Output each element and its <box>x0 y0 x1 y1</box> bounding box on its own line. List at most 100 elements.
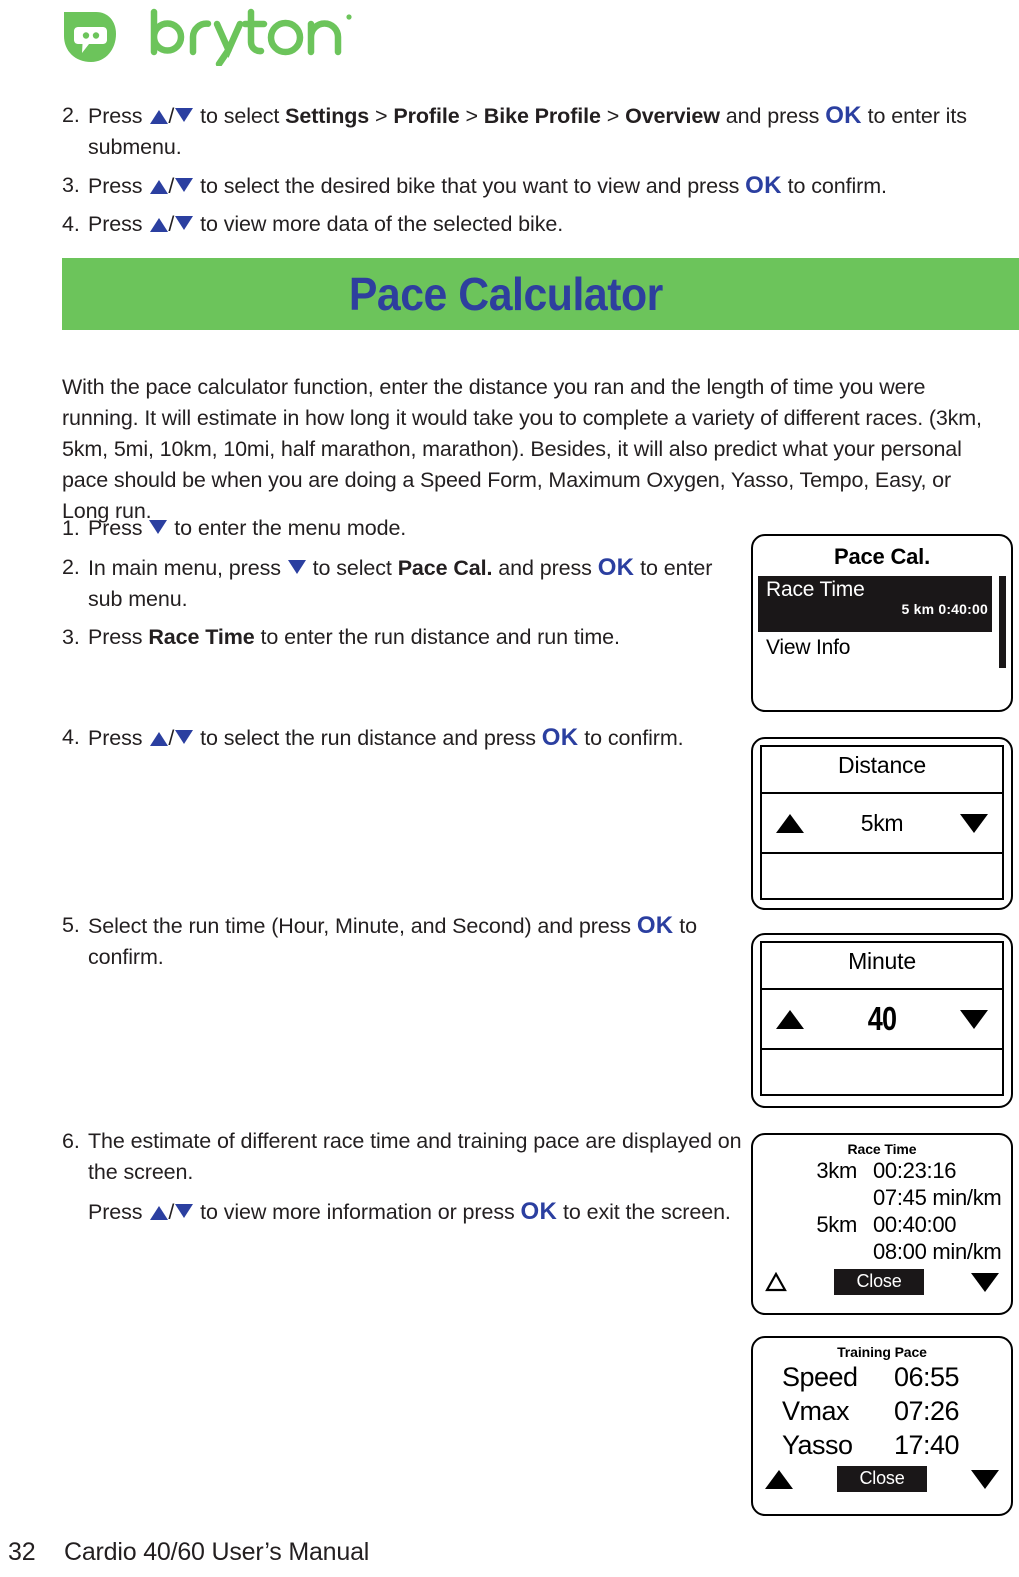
distance-label: 3km <box>816 1158 857 1183</box>
emphasis-text: Profile <box>393 104 460 128</box>
device-screen-distance: Distance 5km <box>751 737 1013 910</box>
triangle-up-icon[interactable] <box>776 1009 804 1029</box>
section-banner: Pace Calculator <box>62 258 1019 330</box>
emphasis-text: Overview <box>625 104 720 128</box>
step-text: The estimate of different race time and … <box>88 1129 742 1184</box>
menu-item-value: 5 km 0:40:00 <box>901 601 988 617</box>
pace-value: 06:55 <box>894 1362 960 1392</box>
step-text: Press / to view more data of the selecte… <box>88 212 564 236</box>
menu-item-view-info[interactable]: View Info <box>758 632 1006 660</box>
result-row: Yasso 17:40 <box>753 1428 1011 1462</box>
stepper-row: 5km <box>762 794 1002 854</box>
step-item: 4. Press / to view more data of the sele… <box>62 209 1012 240</box>
manual-title: Cardio 40/60 User’s Manual <box>64 1538 370 1566</box>
triangle-up-icon <box>150 1206 169 1220</box>
pace-value: 07:45 min/km <box>873 1185 1002 1210</box>
step-text: Press to enter the menu mode. <box>88 516 407 540</box>
menu-list: Race Time 5 km 0:40:00 View Info <box>758 576 1006 668</box>
ok-button-reference: OK <box>745 172 782 199</box>
step-number: 4. <box>62 212 80 236</box>
brand-logo <box>62 8 362 68</box>
ok-button-reference: OK <box>636 912 674 939</box>
device-screen-race-time: Race Time 3km 00:23:16 07:45 min/km 5km … <box>751 1133 1013 1315</box>
steps-top-list: 2. Press / to select Settings > Profile … <box>62 100 1012 247</box>
ok-button-reference: OK <box>825 102 862 129</box>
stepper-box: Distance 5km <box>760 745 1004 900</box>
pace-value: 07:26 <box>894 1396 960 1426</box>
triangle-up-icon <box>150 732 169 746</box>
triangle-up-icon <box>150 180 169 194</box>
triangle-down-icon <box>175 216 194 230</box>
screen-footer: Close <box>753 1464 1011 1492</box>
result-row: 5km 00:40:00 08:00 min/km <box>753 1211 1011 1265</box>
emphasis-text: Race Time <box>148 625 255 649</box>
device-screen-minute: Minute 40 <box>751 933 1013 1108</box>
step-item-3: 3. Press Race Time to enter the run dist… <box>62 622 722 653</box>
triangle-up-icon[interactable] <box>776 813 804 833</box>
step-item: 3. Press / to select the desired bike th… <box>62 170 1012 202</box>
step-number: 3. <box>62 625 80 649</box>
minute-value: 40 <box>867 1000 897 1037</box>
pace-value: 17:40 <box>894 1430 960 1460</box>
result-row: 3km 00:23:16 07:45 min/km <box>753 1157 1011 1211</box>
pace-type-label: Yasso <box>782 1430 853 1460</box>
step-item-6: 6. The estimate of different race time a… <box>62 1126 742 1188</box>
triangle-up-icon[interactable] <box>765 1469 793 1489</box>
step-item-5: 5. Select the run time (Hour, Minute, an… <box>62 910 702 973</box>
step-text: Press / to select the desired bike that … <box>88 172 887 199</box>
close-button[interactable]: Close <box>834 1269 924 1295</box>
screen-title: Training Pace <box>837 1344 927 1360</box>
step-text: Press / to select Settings > Profile > B… <box>88 102 967 159</box>
step-item-1: 1. Press to enter the menu mode. <box>62 513 722 544</box>
time-value: 00:40:00 <box>873 1212 957 1237</box>
ok-button-reference: OK <box>597 554 635 581</box>
empty-row <box>762 1050 1002 1094</box>
close-button[interactable]: Close <box>837 1466 927 1492</box>
step-text: Press / to select the run distance and p… <box>88 724 684 751</box>
intro-paragraph: With the pace calculator function, enter… <box>62 374 982 523</box>
empty-row <box>762 854 1002 898</box>
step-number: 2. <box>62 103 80 127</box>
scrollbar[interactable] <box>999 576 1006 668</box>
step-text: Select the run time (Hour, Minute, and S… <box>88 912 698 969</box>
page-footer: 32 Cardio 40/60 User’s Manual <box>8 1538 369 1567</box>
triangle-down-icon <box>175 108 194 122</box>
device-screen-pace-cal: Pace Cal. Race Time 5 km 0:40:00 View In… <box>751 534 1013 712</box>
triangle-down-icon[interactable] <box>960 1009 988 1029</box>
pace-type-label: Speed <box>782 1362 858 1392</box>
screen-title: Race Time <box>847 1141 917 1157</box>
step-item-6-note: Press / to view more information or pres… <box>62 1196 768 1228</box>
ok-button-reference: OK <box>541 724 579 751</box>
emphasis-text: Pace Cal. <box>397 556 493 580</box>
bryton-leaf-icon <box>64 12 116 62</box>
step-number: 2. <box>62 555 80 579</box>
page-title: Pace Calculator <box>348 268 663 320</box>
distance-label: 5km <box>816 1212 857 1237</box>
triangle-up-outline-icon[interactable] <box>765 1272 787 1292</box>
step-item: 2. Press / to select Settings > Profile … <box>62 100 1012 163</box>
screen-title: Minute <box>762 943 1002 990</box>
page-number: 32 <box>8 1538 36 1566</box>
triangle-down-icon[interactable] <box>960 813 988 833</box>
triangle-down-icon[interactable] <box>971 1469 999 1489</box>
step-number: 6. <box>62 1129 80 1153</box>
ok-button-reference: OK <box>520 1198 558 1225</box>
menu-item-race-time[interactable]: Race Time 5 km 0:40:00 <box>758 576 992 632</box>
distance-value: 5km <box>860 809 904 836</box>
stepper-box: Minute 40 <box>760 941 1004 1096</box>
device-screen-training-pace: Training Pace Speed 06:55 Vmax 07:26 Yas… <box>751 1336 1013 1516</box>
emphasis-text: Settings <box>285 104 370 128</box>
menu-item-label: Race Time <box>766 578 865 601</box>
triangle-down-icon[interactable] <box>971 1272 999 1292</box>
result-row: Vmax 07:26 <box>753 1394 1011 1428</box>
step-text: In main menu, press to select Pace Cal. … <box>88 554 713 611</box>
screen-title: Pace Cal. <box>833 544 931 569</box>
step-item-2: 2. In main menu, press to select Pace Ca… <box>62 552 722 615</box>
step-number: 3. <box>62 173 80 197</box>
triangle-up-icon <box>150 218 169 232</box>
triangle-down-icon <box>175 730 194 744</box>
step-text: Press / to view more information or pres… <box>88 1198 731 1225</box>
step-item-4: 4. Press / to select the run distance an… <box>62 722 702 754</box>
step-number: 1. <box>62 516 80 540</box>
triangle-down-icon <box>175 1204 194 1218</box>
